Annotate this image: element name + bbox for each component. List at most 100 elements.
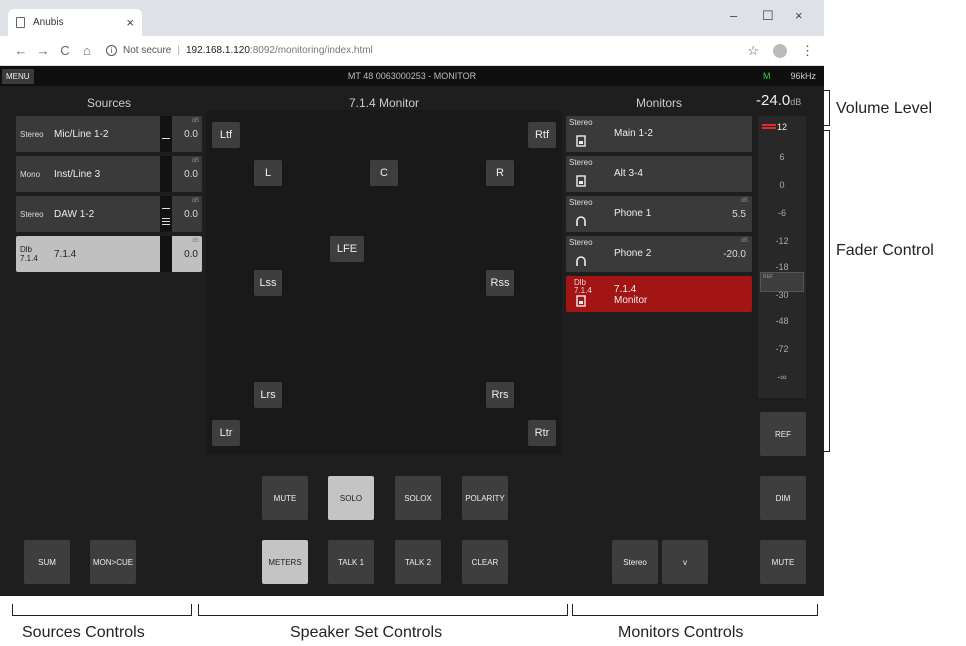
speaker-set-controls-bracket xyxy=(198,604,568,616)
bookmark-star-icon[interactable]: ☆ xyxy=(747,43,759,59)
address-bar[interactable]: i Not secure | 192.168.1.120 :8092/monit… xyxy=(106,40,747,62)
speaker-lrs[interactable]: Lrs xyxy=(254,382,282,408)
speaker-rrs[interactable]: Rrs xyxy=(486,382,514,408)
mon-cue-button[interactable]: MON>CUE xyxy=(90,540,136,584)
solo-button[interactable]: SOLO xyxy=(328,476,374,520)
mode-dropdown-button[interactable]: v xyxy=(662,540,708,584)
monitor-name: Phone 1 xyxy=(614,208,652,219)
toolbar-actions: ☆ ⋮ xyxy=(747,43,814,59)
url-host: 192.168.1.120 xyxy=(185,45,250,56)
dim-button[interactable]: DIM xyxy=(760,476,806,520)
monitor-item-phone-2[interactable]: Stereo Phone 2 -20.0 dB xyxy=(566,236,752,272)
speaker-rtr[interactable]: Rtr xyxy=(528,420,556,446)
browser-tab[interactable]: Anubis × xyxy=(8,9,142,36)
headphone-icon xyxy=(576,256,586,266)
fader-scale-label: 0 xyxy=(779,180,785,190)
fader-scale-label: -18 xyxy=(775,262,789,272)
clear-button[interactable]: CLEAR xyxy=(462,540,508,584)
fader-knob-label: REF xyxy=(763,274,773,280)
speaker-lss[interactable]: Lss xyxy=(254,270,282,296)
home-icon[interactable]: ⌂ xyxy=(76,43,98,58)
speaker-ltr[interactable]: Ltr xyxy=(212,420,240,446)
monitor-kind: Dlb 7.1.4 xyxy=(574,278,592,295)
monitor-name: Alt 3-4 xyxy=(614,168,643,179)
headphone-icon xyxy=(576,216,586,226)
speaker-icon xyxy=(576,295,586,307)
sum-button[interactable]: SUM xyxy=(24,540,70,584)
fader-control[interactable]: 12 6 0 -6 -12 -18 REF -30 -48 -72 -∞ xyxy=(758,116,806,398)
window-close-icon[interactable]: × xyxy=(795,8,803,23)
db-label: dB xyxy=(740,238,748,244)
speaker-l[interactable]: L xyxy=(254,160,282,186)
monitor-item-alt-3-4[interactable]: Stereo Alt 3-4 xyxy=(566,156,752,192)
speaker-icon xyxy=(576,135,586,147)
annotation-monitors-controls: Monitors Controls xyxy=(618,624,744,641)
forward-icon[interactable]: → xyxy=(32,43,54,58)
source-name: DAW 1-2 xyxy=(54,208,95,220)
annotation-volume-level: Volume Level xyxy=(836,100,933,117)
source-name: Inst/Line 3 xyxy=(54,168,101,180)
talk-2-button[interactable]: TALK 2 xyxy=(395,540,441,584)
minimize-icon[interactable]: – xyxy=(730,8,737,23)
source-kind: Dlb 7.1.4 xyxy=(20,245,38,263)
stereo-mode-button[interactable]: Stereo xyxy=(612,540,658,584)
fader-scale-label: -72 xyxy=(775,344,789,354)
url-path: :8092/monitoring/index.html xyxy=(249,45,373,56)
mute-button[interactable]: MUTE xyxy=(262,476,308,520)
monitor-item-main-1-2[interactable]: Stereo Main 1-2 xyxy=(566,116,752,152)
polarity-button[interactable]: POLARITY xyxy=(462,476,508,520)
monitor-name: 7.1.4 Monitor xyxy=(614,284,648,306)
maximize-icon[interactable]: ☐ xyxy=(762,8,774,24)
fader-scale-label: 12 xyxy=(776,122,787,132)
back-icon[interactable]: ← xyxy=(10,43,32,58)
monitor-item-7-1-4-monitor[interactable]: Dlb 7.1.4 7.1.4 Monitor xyxy=(566,276,752,312)
source-item-daw-1-2[interactable]: Stereo DAW 1-2 0.0 dB xyxy=(16,196,202,232)
master-mute-button[interactable]: MUTE xyxy=(760,540,806,584)
source-name: 7.1.4 xyxy=(54,248,77,260)
source-kind: Mono xyxy=(20,169,41,179)
browser-menu-icon[interactable]: ⋮ xyxy=(801,43,814,59)
meters-button[interactable]: METERS xyxy=(262,540,308,584)
speaker-rtf[interactable]: Rtf xyxy=(528,122,556,148)
db-label: dB xyxy=(191,158,199,164)
monitor-level: 5.5 xyxy=(732,209,746,220)
speaker-r[interactable]: R xyxy=(486,160,514,186)
speaker-c[interactable]: C xyxy=(370,160,398,186)
reload-icon[interactable]: C xyxy=(54,43,76,58)
speaker-set-header: 7.1.4 Monitor xyxy=(348,96,420,110)
monitor-kind: Stereo xyxy=(569,198,593,207)
fader-knob[interactable]: REF xyxy=(760,272,804,292)
info-icon[interactable]: i xyxy=(106,45,117,56)
sources-controls-bracket xyxy=(12,604,192,616)
source-kind: Stereo xyxy=(20,209,44,219)
tab-title: Anubis xyxy=(33,17,64,28)
source-item-mic-line-1-2[interactable]: Stereo Mic/Line 1-2 0.0 dB xyxy=(16,116,202,152)
speaker-lfe[interactable]: LFE xyxy=(330,236,364,262)
volume-value: -24.0 xyxy=(756,92,791,109)
source-meter xyxy=(160,156,172,192)
talk-1-button[interactable]: TALK 1 xyxy=(328,540,374,584)
speaker-ltf[interactable]: Ltf xyxy=(212,122,240,148)
annotation-sources-controls: Sources Controls xyxy=(22,624,145,641)
profile-avatar[interactable] xyxy=(773,43,787,58)
tab-close-icon[interactable]: × xyxy=(126,15,134,30)
speaker-icon xyxy=(576,175,586,187)
source-name: Mic/Line 1-2 xyxy=(54,128,109,140)
fader-scale-label: -30 xyxy=(775,290,789,300)
fader-scale-label: -∞ xyxy=(777,372,787,382)
speaker-rss[interactable]: Rss xyxy=(486,270,514,296)
annotation-speaker-set-controls: Speaker Set Controls xyxy=(290,624,443,641)
source-item-inst-line-3[interactable]: Mono Inst/Line 3 0.0 dB xyxy=(16,156,202,192)
monitors-controls-bracket xyxy=(572,604,818,616)
monitor-item-phone-1[interactable]: Stereo Phone 1 5.5 dB xyxy=(566,196,752,232)
source-item-7-1-4[interactable]: Dlb 7.1.4 7.1.4 0.0 dB xyxy=(16,236,202,272)
solox-button[interactable]: SOLOX xyxy=(395,476,441,520)
monitor-level: -20.0 xyxy=(723,249,746,260)
db-label: dB xyxy=(191,238,199,244)
db-label: dB xyxy=(740,198,748,204)
fader-scale-label: -6 xyxy=(777,208,786,218)
ref-button[interactable]: REF xyxy=(760,412,806,456)
annotation-fader-control: Fader Control xyxy=(836,242,934,259)
db-label: dB xyxy=(191,118,199,124)
volume-readout: -24.0dB xyxy=(756,92,801,109)
